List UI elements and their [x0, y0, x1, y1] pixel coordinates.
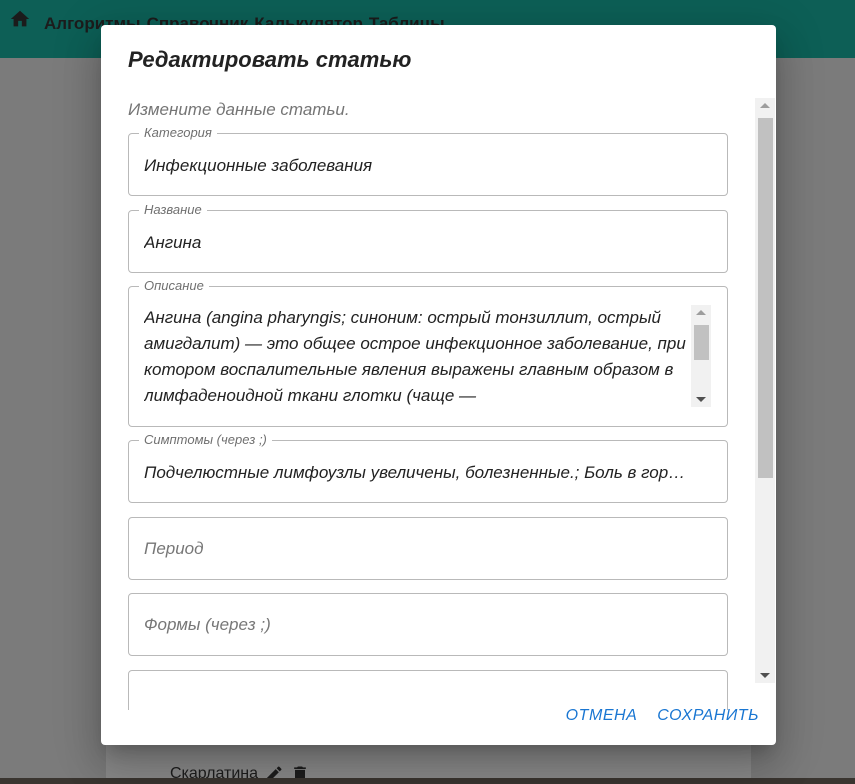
dialog-content[interactable]: Измените данные статьи. Категория Инфекц… — [101, 98, 776, 710]
dialog-subtitle: Измените данные статьи. — [128, 100, 350, 119]
edit-article-dialog: Редактировать статью Измените данные ста… — [101, 25, 776, 745]
dialog-scroll-down-arrow-icon[interactable] — [760, 673, 770, 678]
name-input[interactable]: Ангина — [144, 233, 712, 253]
background-strip — [0, 778, 855, 784]
dialog-scrollbar-thumb[interactable] — [758, 118, 773, 478]
period-input[interactable]: Период — [144, 539, 204, 559]
description-field[interactable]: Описание Ангина (angina pharyngis; синон… — [128, 279, 728, 427]
description-scrollbar[interactable] — [691, 305, 711, 407]
category-input[interactable]: Инфекционные заболевания — [144, 156, 712, 176]
category-label: Категория — [139, 126, 217, 140]
name-label: Название — [139, 203, 207, 217]
scroll-up-arrow-icon[interactable] — [696, 310, 706, 315]
period-field[interactable]: Период — [128, 517, 728, 580]
description-scrollbar-thumb[interactable] — [694, 325, 709, 360]
next-field[interactable] — [128, 670, 728, 710]
home-icon[interactable] — [8, 8, 32, 30]
forms-input[interactable]: Формы (через ;) — [144, 615, 271, 635]
symptoms-label: Симптомы (через ;) — [139, 433, 272, 447]
category-field[interactable]: Категория Инфекционные заболевания — [128, 126, 728, 196]
description-label: Описание — [139, 279, 209, 293]
dialog-scrollbar[interactable] — [755, 98, 775, 683]
name-field[interactable]: Название Ангина — [128, 203, 728, 273]
symptoms-field[interactable]: Симптомы (через ;) Подчелюстные лимфоузл… — [128, 433, 728, 503]
cancel-button[interactable]: Отмена — [566, 707, 638, 725]
save-button[interactable]: Сохранить — [657, 707, 759, 725]
forms-field[interactable]: Формы (через ;) — [128, 593, 728, 656]
description-textarea[interactable]: Ангина (angina pharyngis; синоним: остры… — [144, 305, 689, 409]
dialog-title: Редактировать статью — [128, 47, 412, 72]
dialog-scroll-up-arrow-icon[interactable] — [760, 103, 770, 108]
scroll-down-arrow-icon[interactable] — [696, 397, 706, 402]
dialog-actions: Отмена Сохранить — [566, 707, 759, 725]
symptoms-input[interactable]: Подчелюстные лимфоузлы увеличены, болезн… — [144, 463, 712, 483]
